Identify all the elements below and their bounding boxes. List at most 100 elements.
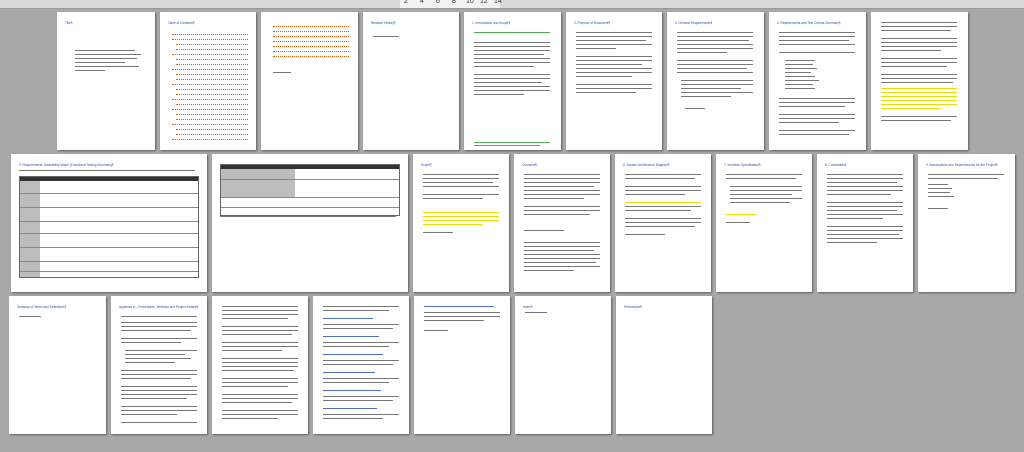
document-page-22[interactable] [414, 296, 510, 434]
requirements-table-continued [220, 164, 400, 216]
page-heading: 5. Requirements Traceability Matrix (Fun… [19, 163, 114, 167]
text-line [827, 194, 891, 195]
toc-entry[interactable] [176, 89, 248, 91]
text-line [827, 206, 903, 207]
document-page-24[interactable]: References¶ [616, 296, 712, 434]
toc-entry[interactable] [172, 124, 248, 126]
document-page-1[interactable]: Title¶ [57, 12, 155, 150]
list-item [785, 80, 819, 81]
text-line [779, 52, 855, 53]
toc-entry[interactable] [273, 51, 349, 53]
toc-entry[interactable] [172, 99, 248, 101]
text-line [121, 414, 177, 415]
toc-entry[interactable] [172, 139, 248, 141]
toc-entry[interactable] [273, 36, 349, 38]
document-page-6[interactable]: 2. Purpose of Document¶ [566, 12, 662, 150]
toc-entry[interactable] [176, 104, 248, 106]
document-page-18[interactable]: Glossary of Terms and Definitions¶ [9, 296, 106, 434]
toc-entry[interactable] [176, 44, 248, 46]
horizontal-ruler[interactable]: 2 4 6 8 10 12 14 [0, 0, 1024, 9]
toc-entry[interactable] [176, 119, 248, 121]
text-line [726, 178, 796, 179]
document-page-12[interactable]: Scope¶ [413, 154, 509, 292]
toc-entry[interactable] [176, 94, 248, 96]
document-page-19[interactable]: Appendix A – Procedures, Methods and Pro… [111, 296, 207, 434]
text-line [222, 310, 298, 311]
toc-entry[interactable] [273, 31, 349, 33]
text-line [625, 222, 701, 223]
text-line [928, 192, 950, 193]
toc-entry[interactable] [176, 114, 248, 116]
text-line [524, 214, 590, 215]
toc-entry[interactable] [273, 46, 349, 48]
document-page-2[interactable]: Table of Contents¶ [160, 12, 256, 150]
document-page-14[interactable]: 6. System Architecture Diagram¶ [615, 154, 711, 292]
toc-entry[interactable] [176, 64, 248, 66]
toc-entry[interactable] [273, 41, 349, 43]
text-line [121, 338, 197, 339]
toc-entry[interactable] [172, 109, 248, 111]
toc-entry[interactable] [172, 69, 248, 71]
text-line [323, 328, 393, 329]
toc-entry[interactable] [176, 134, 248, 136]
text-line [222, 398, 298, 399]
document-page-21[interactable] [313, 296, 409, 434]
text-line [373, 36, 399, 37]
document-page-3[interactable] [261, 12, 358, 150]
text-line [524, 198, 584, 199]
text-line [323, 378, 399, 379]
text-line [881, 74, 957, 75]
text-line [222, 386, 288, 387]
toc-entry[interactable] [172, 84, 248, 86]
text-line [625, 186, 701, 187]
table-row [221, 179, 399, 180]
document-page-23[interactable]: Index¶ [515, 296, 611, 434]
document-page-16[interactable]: 8. Constraints¶ [817, 154, 913, 292]
text-line [827, 190, 903, 191]
document-page-4[interactable]: Revision History¶ [363, 12, 459, 150]
document-page-11-landscape[interactable] [212, 154, 408, 292]
highlighted-text-line [881, 92, 957, 93]
text-line [424, 316, 500, 317]
text-line [827, 238, 903, 239]
text-line [423, 174, 499, 175]
toc-entry[interactable] [176, 49, 248, 51]
document-page-10-landscape[interactable]: 5. Requirements Traceability Matrix (Fun… [11, 154, 207, 292]
text-line [779, 106, 845, 107]
page-heading: 6. System Architecture Diagram¶ [623, 163, 670, 167]
text-line [75, 50, 135, 51]
document-page-20[interactable] [212, 296, 308, 434]
toc-entry[interactable] [172, 34, 248, 36]
document-page-7[interactable]: 3. General Requirements¶ [667, 12, 764, 150]
text-line [827, 174, 903, 175]
text-line [222, 330, 298, 331]
table-row [20, 271, 198, 272]
text-line [576, 72, 652, 73]
text-line [681, 96, 731, 97]
document-page-15[interactable]: 7. Interface Specification¶ [716, 154, 812, 292]
document-page-9[interactable] [871, 12, 968, 150]
text-line [524, 190, 600, 191]
document-page-17[interactable]: 9. Assumptions and Dependencies for the … [918, 154, 1015, 292]
toc-entry[interactable] [176, 74, 248, 76]
document-page-13[interactable]: Overview¶ [514, 154, 610, 292]
subheading-line [323, 318, 373, 319]
toc-entry[interactable] [176, 79, 248, 81]
toc-entry[interactable] [172, 39, 248, 41]
text-line [524, 270, 574, 271]
document-page-5[interactable]: 1. Introduction and Scope¶ [464, 12, 561, 150]
toc-entry[interactable] [273, 26, 349, 28]
document-page-8[interactable]: 4. Requirements and Test Criteria Summar… [769, 12, 866, 150]
toc-entry[interactable] [176, 59, 248, 61]
toc-entry[interactable] [172, 54, 248, 56]
page-heading: Appendix A – Procedures, Methods and Pro… [119, 305, 199, 309]
text-line [779, 134, 849, 135]
text-line [222, 378, 298, 379]
text-line [474, 62, 550, 63]
toc-entry[interactable] [273, 56, 349, 58]
text-line [121, 386, 197, 387]
toc-entry[interactable] [176, 129, 248, 131]
text-line [625, 194, 685, 195]
text-line [881, 82, 953, 83]
text-line [222, 370, 294, 371]
